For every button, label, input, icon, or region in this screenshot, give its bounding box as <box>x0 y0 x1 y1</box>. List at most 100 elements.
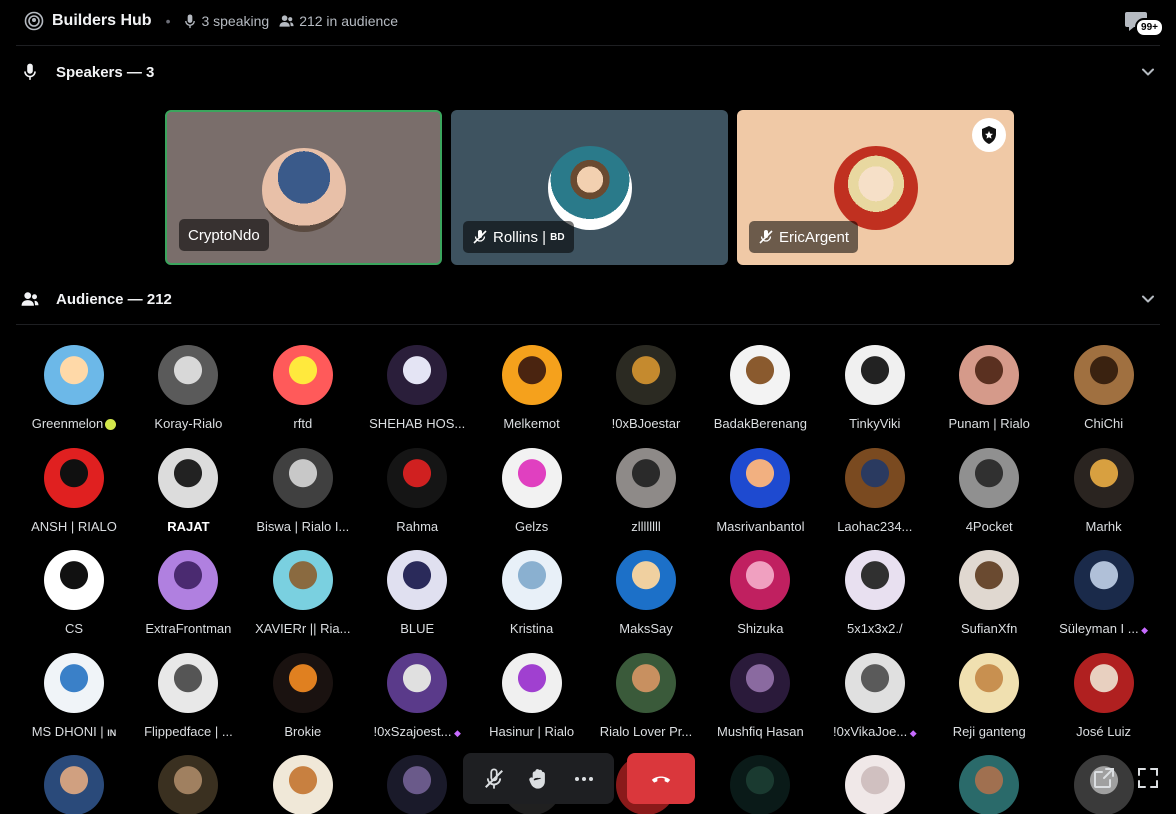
audience-member[interactable]: TinkyViki <box>818 345 932 441</box>
audience-member[interactable] <box>17 755 131 814</box>
audience-member[interactable] <box>932 755 1046 814</box>
audience-member[interactable]: MaksSay <box>589 550 703 646</box>
audience-member[interactable]: Flippedface | ... <box>131 652 245 749</box>
audience-member[interactable]: CS <box>17 550 131 646</box>
chevron-down-icon[interactable] <box>1140 291 1156 312</box>
audience-member[interactable]: Punam | Rialo <box>932 345 1046 441</box>
audience-member[interactable]: SufianXfn <box>932 550 1046 646</box>
audience-member[interactable] <box>360 755 474 814</box>
speaker-tile[interactable]: EricArgent <box>737 110 1014 265</box>
header-separator: • <box>165 13 171 29</box>
audience-name: Kristina <box>509 621 554 636</box>
speaker-tile[interactable]: CryptoNdo <box>165 110 442 265</box>
audience-member[interactable]: rftd <box>246 345 360 441</box>
audience-member[interactable]: zllllllll <box>589 447 703 544</box>
avatar <box>158 755 219 814</box>
audience-name: RAJAT <box>167 518 210 534</box>
audience-member[interactable]: ExtraFrontman <box>131 550 245 646</box>
audience-member[interactable]: BLUE <box>360 550 474 646</box>
audience-member[interactable]: Gelzs <box>475 447 589 544</box>
speaker-avatar <box>547 146 632 230</box>
more-button[interactable] <box>564 759 604 799</box>
fullscreen-button[interactable] <box>1134 764 1162 792</box>
audience-member[interactable]: Kristina <box>475 550 589 646</box>
audience-name: SHEHAB HOS... <box>369 416 466 431</box>
chat-button[interactable]: 99+ <box>1124 8 1164 38</box>
avatar <box>844 652 905 713</box>
boost-icon: ◆ <box>907 727 917 738</box>
audience-name: CS <box>64 621 84 636</box>
mute-button[interactable] <box>474 759 514 799</box>
audience-member[interactable]: Marhk <box>1047 447 1161 544</box>
audience-member[interactable]: Melkemot <box>475 345 589 441</box>
audience-member[interactable]: Biswa | Rialo I... <box>246 447 360 544</box>
audience-member[interactable]: ChiChi <box>1047 345 1161 441</box>
audience-member[interactable]: Rialo Lover Pr... <box>589 652 703 749</box>
avatar <box>158 550 219 610</box>
audience-section-header[interactable]: Audience — 212 <box>16 281 1160 317</box>
audience-name: Süleyman I ... ◆ <box>1059 621 1149 636</box>
raise-hand-button[interactable] <box>519 759 559 799</box>
more-icon <box>574 776 593 781</box>
audience-member[interactable]: Rahma <box>360 447 474 544</box>
audience-member[interactable]: RAJAT <box>131 447 245 544</box>
audience-name: TinkyViki <box>849 416 901 431</box>
audience-member[interactable] <box>818 755 932 814</box>
audience-name: ChiChi <box>1084 416 1124 431</box>
audience-member[interactable]: Brokie <box>246 652 360 749</box>
audience-member[interactable]: Reji ganteng <box>932 652 1046 749</box>
audience-member[interactable]: Süleyman I ... ◆ <box>1047 550 1161 646</box>
header-divider <box>16 45 1160 46</box>
speaking-count: 3 speaking <box>184 13 269 29</box>
audience-member[interactable]: Greenmelon <box>17 345 131 441</box>
audience-name: Marhk <box>1085 518 1122 534</box>
emoji-icon <box>105 419 117 431</box>
audience-name: Greenmelon <box>17 416 131 431</box>
audience-member[interactable]: Masrivanbantol <box>703 447 817 544</box>
avatar <box>959 345 1020 405</box>
audience-name: Melkemot <box>503 416 560 431</box>
popout-button[interactable] <box>1090 764 1118 792</box>
avatar <box>616 550 676 610</box>
audience-name: Reji ganteng <box>952 723 1026 739</box>
audience-name: Masrivanbantol <box>716 518 805 534</box>
popout-icon <box>1094 768 1114 788</box>
audience-name: Flippedface | ... <box>144 723 233 739</box>
audience-member[interactable]: José Luiz <box>1047 652 1161 749</box>
audience-name: zllllllll <box>631 518 661 534</box>
audience-title: Audience — 212 <box>56 290 172 308</box>
leave-stage-button[interactable] <box>627 753 695 804</box>
audience-member[interactable]: ANSH | RIALO <box>17 447 131 544</box>
audience-member[interactable] <box>131 755 245 814</box>
audience-member[interactable]: !0xSzajoest... ◆ <box>360 652 474 749</box>
audience-member[interactable]: !0xBJoestar <box>589 345 703 441</box>
speaker-name-label: EricArgent <box>749 221 859 253</box>
audience-member[interactable] <box>246 755 360 814</box>
unread-badge: 99+ <box>1135 18 1164 37</box>
audience-member[interactable]: 5x1x3x2./ <box>818 550 932 646</box>
audience-member[interactable]: Hasinur | Rialo <box>475 652 589 749</box>
audience-member[interactable]: MS DHONI | IN <box>17 652 131 749</box>
avatar <box>501 550 562 610</box>
audience-member[interactable]: Shizuka <box>703 550 817 646</box>
avatar <box>616 652 676 713</box>
audience-name: Koray-Rialo <box>154 416 223 431</box>
avatar <box>44 447 104 508</box>
audience-name: Mushfiq Hasan <box>717 723 804 739</box>
audience-member[interactable]: XAVIERr || Ria... <box>246 550 360 646</box>
audience-member[interactable]: Laohac234... <box>818 447 932 544</box>
audience-member[interactable]: BadakBerenang <box>703 345 817 441</box>
avatar <box>44 652 104 713</box>
speaker-tile[interactable]: Rollins | BD <box>451 110 728 265</box>
audience-member[interactable]: Mushfiq Hasan <box>703 652 817 749</box>
speakers-section-header[interactable]: Speakers — 3 <box>16 54 1160 90</box>
audience-name: ANSH | RIALO <box>31 518 117 534</box>
audience-member[interactable]: Koray-Rialo <box>131 345 245 441</box>
audience-member[interactable]: !0xVikaJoe... ◆ <box>818 652 932 749</box>
mic-icon <box>185 13 196 28</box>
audience-member[interactable]: SHEHAB HOS... <box>360 345 474 441</box>
audience-member[interactable]: 4Pocket <box>932 447 1046 544</box>
mic-icon <box>18 63 42 81</box>
chevron-down-icon[interactable] <box>1140 64 1156 85</box>
audience-member[interactable] <box>703 755 817 814</box>
